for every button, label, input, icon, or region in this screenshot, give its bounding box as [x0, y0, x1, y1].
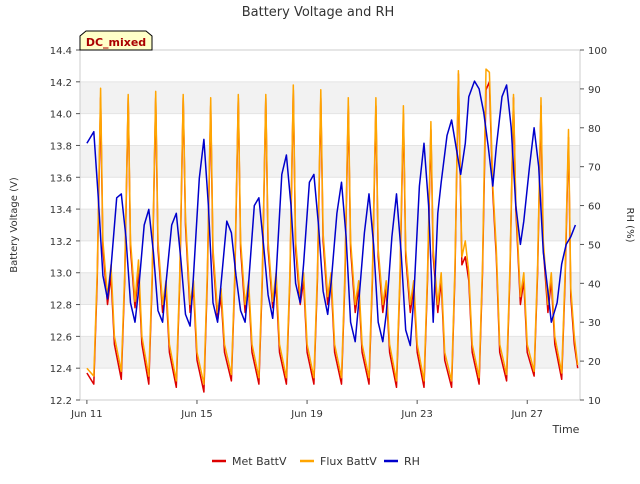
- y-left-tick-label: 13.8: [50, 141, 72, 152]
- y-right-tick-label: 40: [588, 279, 601, 290]
- grid-band: [80, 209, 580, 241]
- y-left-tick-label: 12.2: [50, 396, 72, 407]
- x-tick-label: Jun 27: [510, 409, 543, 420]
- x-tick-label: Jun 15: [180, 409, 213, 420]
- y-left-tick-label: 13.2: [50, 237, 72, 248]
- y-axis-left-label: Battery Voltage (V): [9, 177, 20, 273]
- chart-container: 12.2 12.4 12.6 12.8 13.0 13.2 13.4 13.6 13.8 14.0…: [0, 0, 640, 480]
- x-tick-label: Jun 11: [70, 409, 103, 420]
- x-tick-label: Jun 23: [400, 409, 433, 420]
- y-left-tick-label: 13.4: [50, 205, 72, 216]
- y-right-tick-label: 60: [588, 202, 601, 213]
- y-right-tick-label: 90: [588, 85, 601, 96]
- y-left-tick-label: 12.6: [50, 332, 72, 343]
- y-axis-right-label: RH (%): [624, 208, 635, 243]
- y-left-tick-label: 14.4: [50, 46, 72, 57]
- y-right-tick-label: 20: [588, 357, 601, 368]
- dc-mixed-annotation: DC_mixed: [79, 30, 153, 51]
- y-left-tick-label: 14.2: [50, 78, 72, 89]
- y-right-tick-label: 50: [588, 240, 601, 251]
- y-right-tick-label: 30: [588, 318, 601, 329]
- x-axis-label: Time: [552, 423, 580, 436]
- y-left-tick-label: 12.4: [50, 364, 72, 375]
- y-right-tick-label: 10: [588, 396, 601, 407]
- legend-label-flux-battv: Flux BattV: [320, 455, 377, 468]
- y-left-tick-label: 13.0: [50, 269, 72, 280]
- y-left-tick-label: 13.6: [50, 173, 72, 184]
- y-right-tick-label: 70: [588, 163, 601, 174]
- legend-label-met-battv: Met BattV: [232, 455, 287, 468]
- grid-band: [80, 336, 580, 369]
- annotation-text: DC_mixed: [86, 36, 146, 49]
- y-left-tick-label: 14.0: [50, 110, 72, 121]
- y-left-tick-label: 12.8: [50, 301, 72, 312]
- x-tick-label: Jun 19: [290, 409, 323, 420]
- legend-label-rh: RH: [404, 455, 420, 468]
- chart-title: Battery Voltage and RH: [242, 5, 395, 20]
- y-right-tick-label: 80: [588, 124, 601, 135]
- chart-svg: 12.2 12.4 12.6 12.8 13.0 13.2 13.4 13.6 13.8 14.0…: [0, 0, 640, 480]
- y-right-tick-label: 100: [588, 46, 607, 57]
